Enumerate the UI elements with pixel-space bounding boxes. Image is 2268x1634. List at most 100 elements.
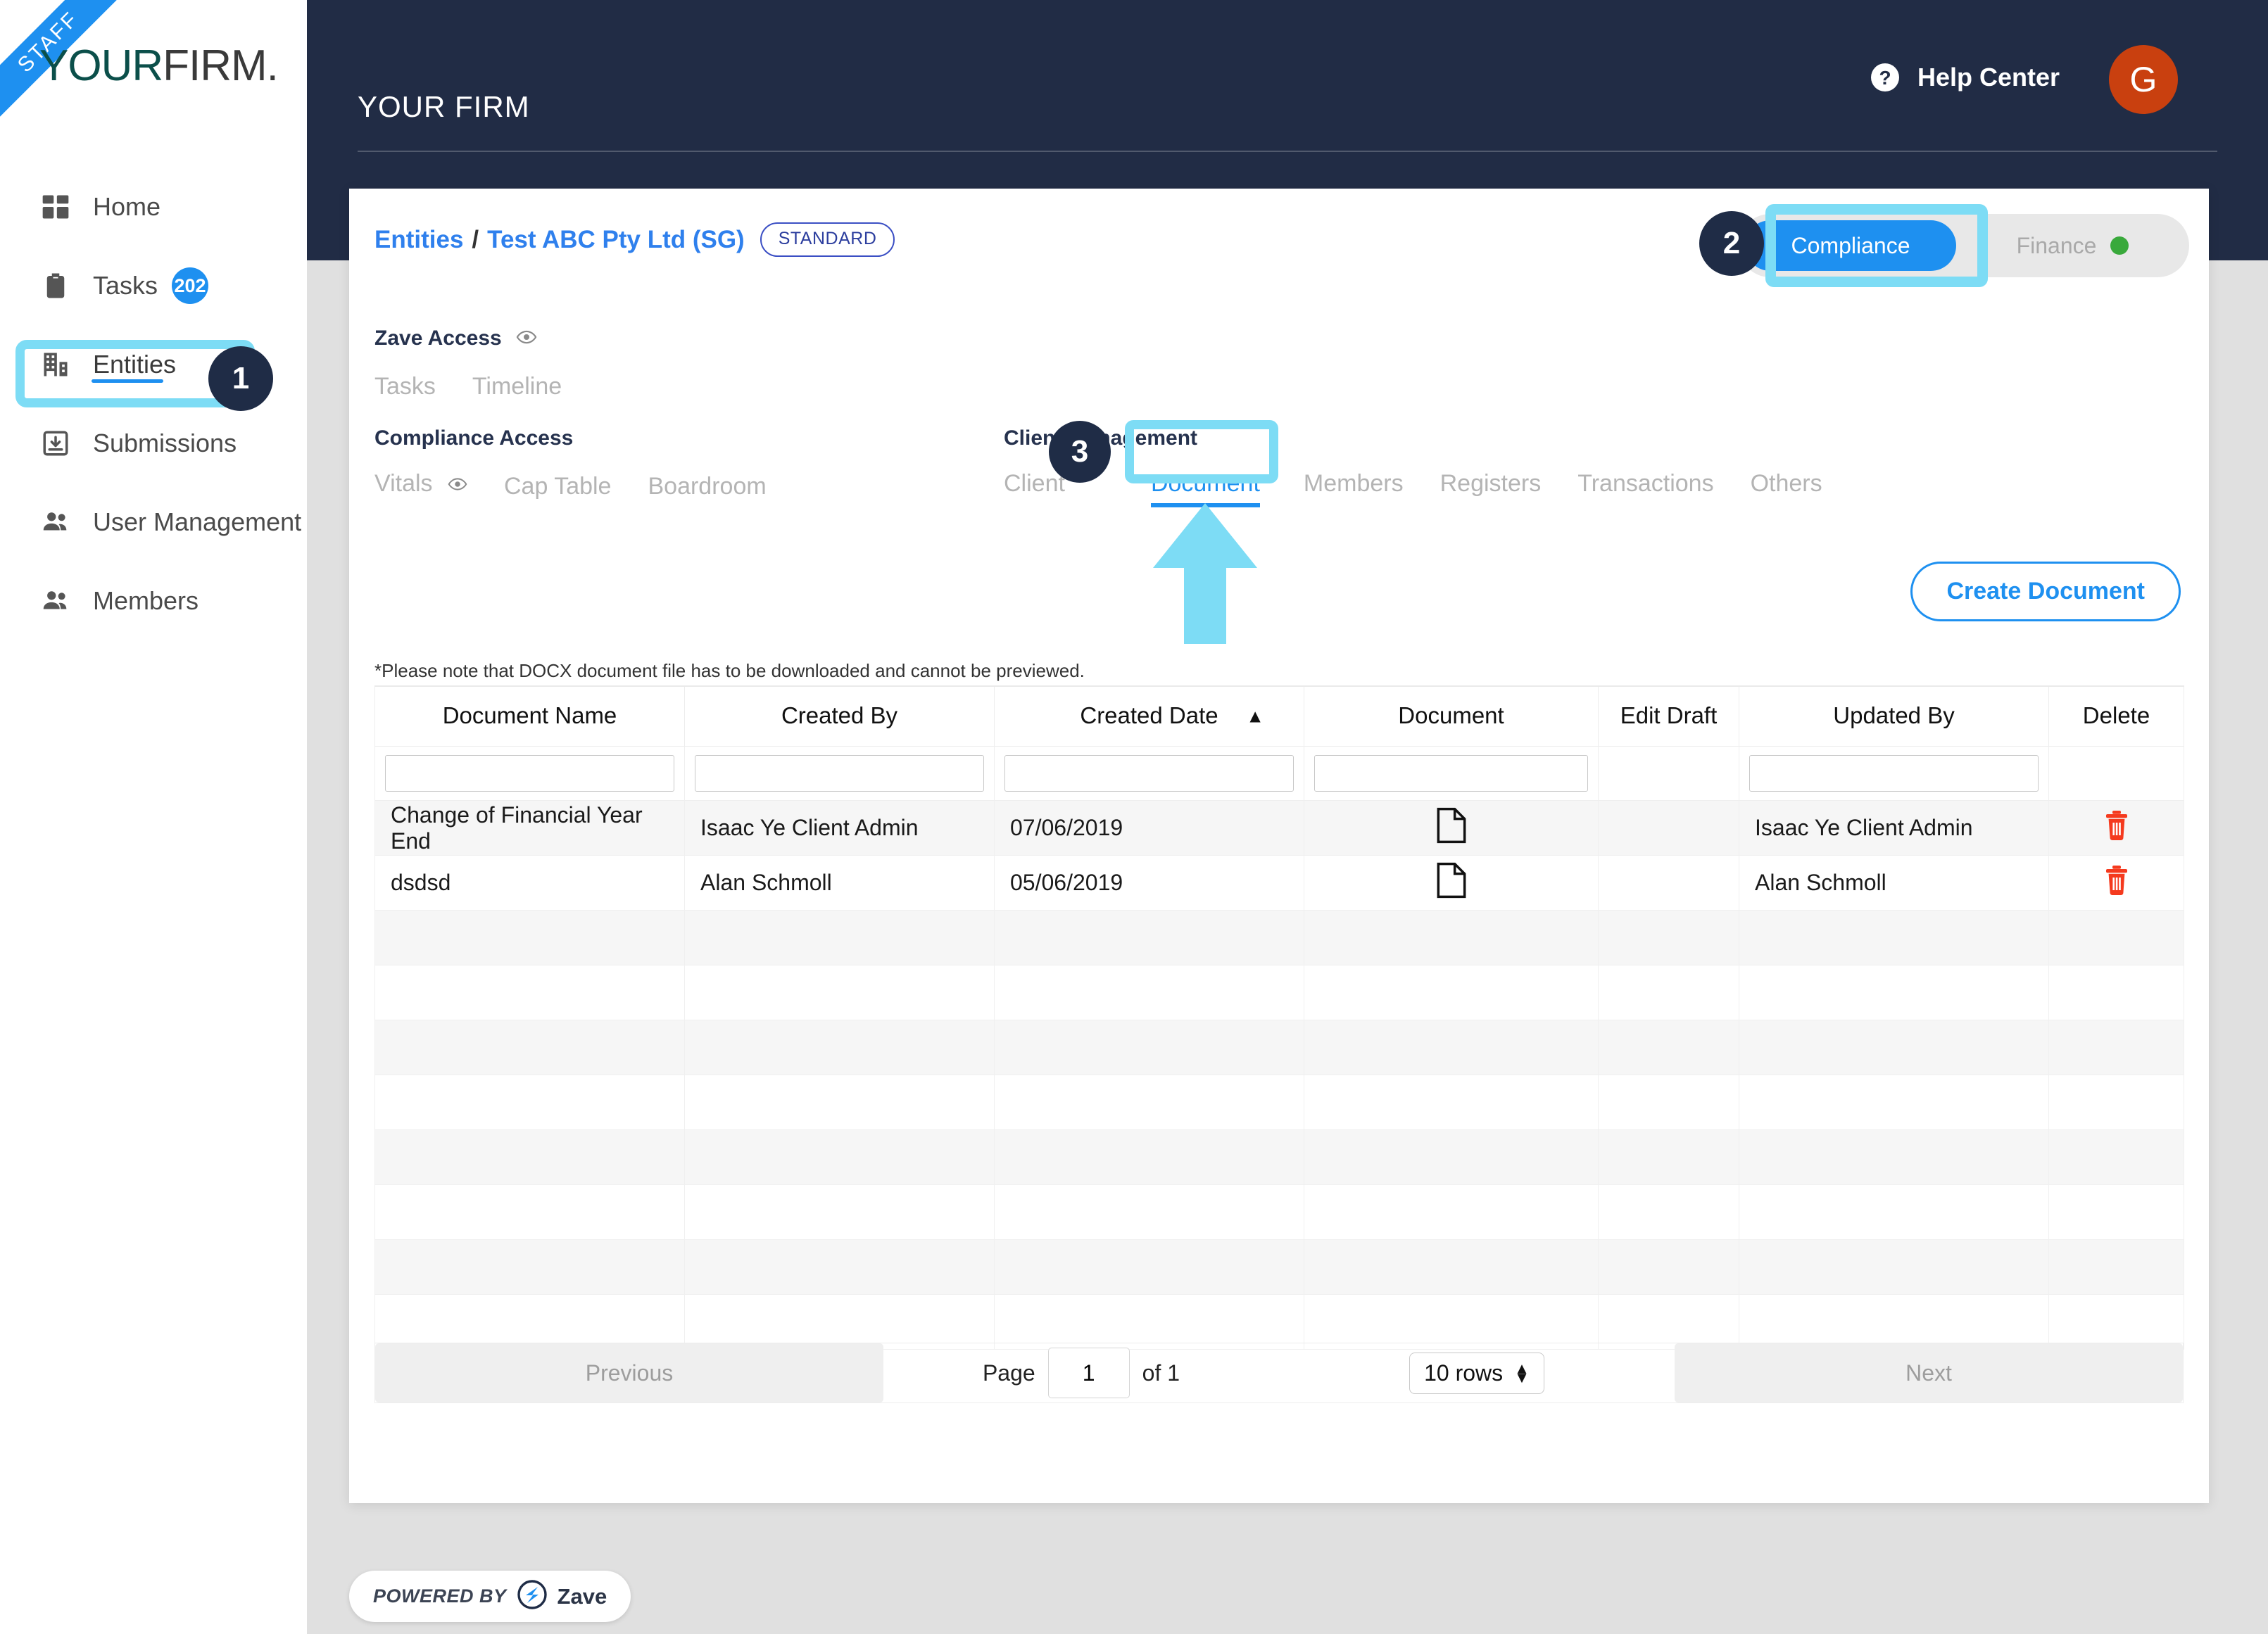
page-title: YOUR FIRM [358,90,530,123]
tab-cap-table[interactable]: Cap Table [504,473,612,510]
next-page-button[interactable]: Next [1675,1343,2183,1402]
tab-tasks[interactable]: Tasks [374,373,436,410]
filter-cell-created-date [994,746,1304,801]
filter-created-by[interactable] [695,755,984,792]
eye-icon[interactable] [516,327,537,353]
col-document[interactable]: Document [1304,685,1599,747]
col-created-date[interactable]: Created Date ▲ [994,685,1304,747]
tab-registers[interactable]: Registers [1440,470,1542,507]
building-icon [39,348,72,381]
filter-updated-by[interactable] [1749,755,2039,792]
powered-by-label: POWERED BY [373,1585,507,1607]
callout-step-3: 3 [1049,421,1111,483]
create-document-button[interactable]: Create Document [1910,562,2181,621]
app-root: STAFF YOURFIRM. Home Tasks 202 Entities … [0,0,2268,1634]
tab-others[interactable]: Others [1751,470,1822,507]
chevron-updown-icon: ▲ ▼ [1514,1359,1530,1386]
page-total-label: of 1 [1142,1360,1180,1386]
filter-cell-edit-draft [1598,746,1739,801]
cell-delete[interactable] [2048,855,2184,911]
cell-edit-draft [1598,855,1739,911]
section-label: Compliance Access [374,426,574,450]
rows-per-page-select[interactable]: 10 rows ▲ ▼ [1409,1352,1544,1394]
cell-updated-by: Isaac Ye Client Admin [1739,800,2049,856]
col-created-by[interactable]: Created By [684,685,995,747]
section-title-compliance-access: Compliance Access [374,426,573,450]
help-question-icon: ? [1868,61,1902,94]
filter-created-date[interactable] [1004,755,1294,792]
breadcrumb-root-link[interactable]: Entities [374,226,463,254]
help-center-button[interactable]: ? Help Center [1868,61,2060,94]
people-icon [39,506,72,538]
sidebar-item-label: Members [93,586,199,615]
page-number-input[interactable] [1047,1348,1130,1398]
sidebar-item-submissions[interactable]: Submissions [0,421,307,466]
callout-step-2: 2 [1699,211,1764,276]
table-row[interactable]: Change of Financial Year End Isaac Ye Cl… [374,800,2184,856]
tab-finance[interactable]: Finance [1956,220,2189,271]
table-row-empty [374,1075,2184,1130]
cell-delete[interactable] [2048,800,2184,856]
zave-brand-label: Zave [557,1583,607,1609]
filter-cell-document-name [374,746,685,801]
module-switch: Compliance Finance [1739,214,2189,277]
col-updated-by[interactable]: Updated By [1739,685,2049,747]
sidebar-item-label: Submissions [93,429,237,457]
page-indicator: Page of 1 [883,1343,1279,1402]
trash-icon[interactable] [2103,865,2130,901]
tab-transactions[interactable]: Transactions [1577,470,1713,507]
sidebar-item-label: Tasks [93,271,158,300]
col-edit-draft[interactable]: Edit Draft [1598,685,1739,747]
file-icon[interactable] [1437,862,1466,904]
table-row-empty [374,965,2184,1020]
cell-document[interactable] [1304,800,1599,856]
rows-per-page-value: 10 rows [1424,1360,1504,1386]
filter-document[interactable] [1314,755,1588,792]
page-label: Page [982,1360,1035,1386]
tab-members[interactable]: Members [1304,470,1404,507]
table-row-empty [374,1184,2184,1240]
sidebar-item-home[interactable]: Home [0,184,307,229]
filter-document-name[interactable] [385,755,674,792]
cell-document[interactable] [1304,855,1599,911]
trash-icon[interactable] [2103,810,2130,846]
tab-document-label: Document [1150,470,1260,497]
documents-table: Document Name Created By Created Date ▲ … [374,685,2184,1350]
help-center-label: Help Center [1917,63,2060,91]
breadcrumb-current-link[interactable]: Test ABC Pty Ltd (SG) [487,226,745,254]
filter-cell-updated-by [1739,746,2049,801]
tab-boardroom[interactable]: Boardroom [648,473,766,510]
table-row[interactable]: dsdsd Alan Schmoll 05/06/2019 Alan Schmo… [374,855,2184,911]
sidebar-item-tasks[interactable]: Tasks 202 [0,263,307,308]
rows-per-page-wrap: 10 rows ▲ ▼ [1279,1343,1675,1402]
filter-cell-document [1304,746,1599,801]
sidebar-item-user-management[interactable]: User Management [0,500,307,545]
tasks-count-badge: 202 [172,267,209,304]
sidebar-item-label: User Management [93,507,302,536]
col-document-name[interactable]: Document Name [374,685,685,747]
table-filter-row [374,746,2184,801]
tab-vitals[interactable]: Vitals [374,470,467,510]
filter-cell-delete [2048,746,2184,801]
tab-document[interactable]: Document [1150,470,1260,507]
sort-ascending-icon: ▲ [1246,705,1264,727]
file-icon[interactable] [1437,807,1466,849]
eye-icon[interactable] [448,473,467,500]
section-title-zave-access: Zave Access [374,327,537,353]
brand-logo: YOURFIRM. [39,41,279,91]
svg-text:?: ? [1879,67,1891,89]
breadcrumb-separator: / [472,225,479,253]
tab-timeline[interactable]: Timeline [472,373,562,410]
previous-page-button[interactable]: Previous [375,1343,883,1402]
tab-client[interactable]: Client [1004,470,1065,507]
avatar[interactable]: G [2109,45,2178,114]
powered-by-zave-badge: POWERED BY Zave [349,1571,631,1622]
cell-document-name: Change of Financial Year End [374,800,685,856]
client-management-tabs: Client Document Members Registers Transa… [1004,470,1859,507]
sidebar-item-members[interactable]: Members [0,578,307,623]
tab-compliance[interactable]: Compliance [1745,220,1956,271]
tab-finance-label: Finance [2016,232,2097,258]
col-delete[interactable]: Delete [2048,685,2184,747]
table-row-empty [374,1294,2184,1350]
finance-status-dot [2110,236,2129,255]
